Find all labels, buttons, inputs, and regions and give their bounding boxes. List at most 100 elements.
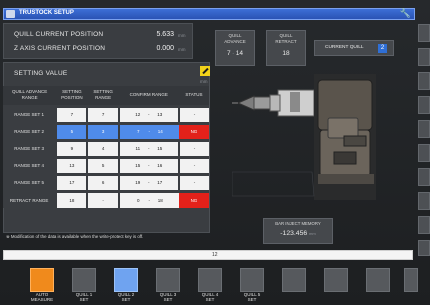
header-setting-position: SETTING POSITION (56, 86, 88, 106)
table-row[interactable]: RANGE SET 2 5 3 7-14 NG (3, 121, 209, 140)
hmi-screen: TRUSTOCK SETUP 🔧 QUILL CURRENT POSITION … (0, 0, 430, 305)
confirm-range-min: 19 (135, 180, 141, 185)
memory-unit: mm (309, 231, 316, 236)
z-position-label: Z AXIS CURRENT POSITION (14, 45, 106, 52)
side-button-10[interactable] (418, 240, 430, 256)
confirm-range-cell: 15-16 (117, 155, 179, 174)
quill-retract-box: QUILL RETRACT 18 (266, 30, 306, 66)
side-button-2[interactable] (418, 48, 430, 66)
wrench-icon[interactable]: 🔧 (400, 8, 411, 19)
quill-5-set-label: QUILL 5 SET (243, 292, 261, 302)
current-quill-value: 2 (378, 44, 387, 53)
row-label: RANGE SET 5 (3, 172, 57, 191)
row-label: RANGE SET 2 (3, 121, 57, 140)
side-button-8[interactable] (418, 192, 430, 210)
setting-table: QUILL ADVANCE RANGE SETTING POSITION SET… (3, 86, 209, 208)
side-button-5[interactable] (418, 120, 430, 138)
current-quill-box: CURRENT QUILL 2 (314, 40, 394, 56)
z-position-value: 0.000 (156, 45, 174, 52)
confirm-range-max: 16 (157, 163, 163, 168)
setting-position-cell[interactable]: 9 (55, 138, 88, 157)
status-cell: - (177, 104, 209, 123)
setting-position-cell[interactable]: 17 (55, 172, 88, 191)
row-label: RETRACT RANGE (3, 189, 57, 208)
confirm-range-max: 13 (157, 112, 163, 117)
quill-advance-values: 7 - 14 (216, 50, 254, 57)
quill-5-set-button[interactable] (240, 268, 264, 292)
setting-position-cell[interactable]: 13 (55, 155, 88, 174)
setting-range-cell: - (86, 189, 119, 208)
z-position-unit: mm (178, 47, 186, 52)
auto-measure-label: AUTO MEASURE (30, 292, 54, 302)
setting-range-cell[interactable]: 5 (86, 155, 119, 174)
confirm-range-min: 12 (135, 112, 141, 117)
confirm-range-cell: 7-14 (117, 121, 179, 140)
table-row[interactable]: RANGE SET 5 17 6 19-17 - (3, 172, 209, 191)
quill-1-set-label: QUILL 1 SET (75, 292, 93, 302)
header-confirm-range: CONFIRM RANGE (118, 86, 179, 106)
quill-1-set-button[interactable] (72, 268, 96, 292)
confirm-range-max: 17 (157, 180, 163, 185)
quill-position-label: QUILL CURRENT POSITION (14, 31, 104, 38)
setting-range-cell[interactable]: 4 (86, 138, 119, 157)
status-cell: - (177, 155, 209, 174)
tailstock-illustration (232, 74, 376, 200)
quill-advance-sep: - (232, 51, 234, 56)
side-button-6[interactable] (418, 144, 430, 162)
setting-range-cell[interactable]: 3 (86, 121, 119, 140)
side-button-1[interactable] (418, 24, 430, 42)
table-row[interactable]: RETRACT RANGE 18 - 0-18 NG (3, 189, 209, 208)
table-row[interactable]: RANGE SET 3 9 4 11-15 - (3, 138, 209, 157)
current-quill-label: CURRENT QUILL (325, 45, 364, 50)
confirm-range-min: 7 (137, 129, 140, 134)
memory-value-row: -123.456 mm (264, 230, 332, 237)
message-text: 12 (212, 252, 218, 258)
confirm-range-min: 15 (135, 163, 141, 168)
window-title: TRUSTOCK SETUP (19, 10, 74, 16)
confirm-range-max: 18 (157, 197, 163, 203)
quill-position-unit: mm (178, 33, 186, 38)
setting-position-cell[interactable]: 7 (55, 104, 88, 123)
quill-2-set-button[interactable] (114, 268, 138, 292)
auto-measure-button[interactable] (30, 268, 54, 292)
side-button-7[interactable] (418, 168, 430, 186)
side-button-9[interactable] (418, 216, 430, 234)
quill-4-set-label: QUILL 4 SET (201, 292, 219, 302)
status-cell: NG (178, 121, 209, 140)
confirm-range-min: 0 (137, 197, 140, 203)
function-key-9[interactable] (366, 268, 390, 292)
header-status: STATUS (178, 86, 209, 106)
table-row[interactable]: RANGE SET 1 7 7 12-13 - (3, 104, 209, 123)
table-row[interactable]: RANGE SET 4 13 5 15-16 - (3, 155, 209, 174)
setting-range-cell[interactable]: 6 (86, 172, 119, 191)
quill-2-set-label: QUILL 2 SET (117, 292, 135, 302)
function-key-7[interactable] (282, 268, 306, 292)
side-button-3[interactable] (418, 72, 430, 90)
memory-label: BAR INJECT MEMORY (275, 221, 321, 226)
quill-3-set-label: QUILL 3 SET (159, 292, 177, 302)
quill-position-value: 5.633 (156, 31, 174, 38)
bar-inject-memory-box: BAR INJECT MEMORY -123.456 mm (263, 218, 333, 244)
write-protect-note: ※ Modification of the data is available … (6, 234, 144, 239)
confirm-range-min: 11 (135, 146, 141, 151)
memory-value: -123.456 (280, 230, 308, 237)
function-key-10[interactable] (404, 268, 418, 292)
quill-advance-label-2: ADVANCE (224, 39, 246, 44)
row-label: RANGE SET 3 (3, 138, 57, 157)
message-bar: 12 (3, 250, 413, 260)
title-bar: TRUSTOCK SETUP 🔧 (3, 8, 415, 20)
row-label: RANGE SET 4 (3, 155, 57, 174)
edit-pencil-icon[interactable] (200, 66, 210, 76)
function-key-8[interactable] (324, 268, 348, 292)
quill-advance-box: QUILL ADVANCE 7 - 14 (215, 30, 255, 66)
setting-range-cell[interactable]: 7 (86, 104, 119, 123)
quill-4-set-button[interactable] (198, 268, 222, 292)
setting-position-cell[interactable]: 18 (55, 189, 88, 208)
side-button-4[interactable] (418, 96, 430, 114)
setting-position-cell[interactable]: 5 (55, 121, 88, 140)
confirm-range-cell: 12-13 (117, 104, 179, 123)
quill-3-set-button[interactable] (156, 268, 180, 292)
quill-advance-value-b: 14 (235, 50, 243, 57)
setting-unit: mm (200, 79, 208, 84)
app-icon (6, 10, 15, 18)
